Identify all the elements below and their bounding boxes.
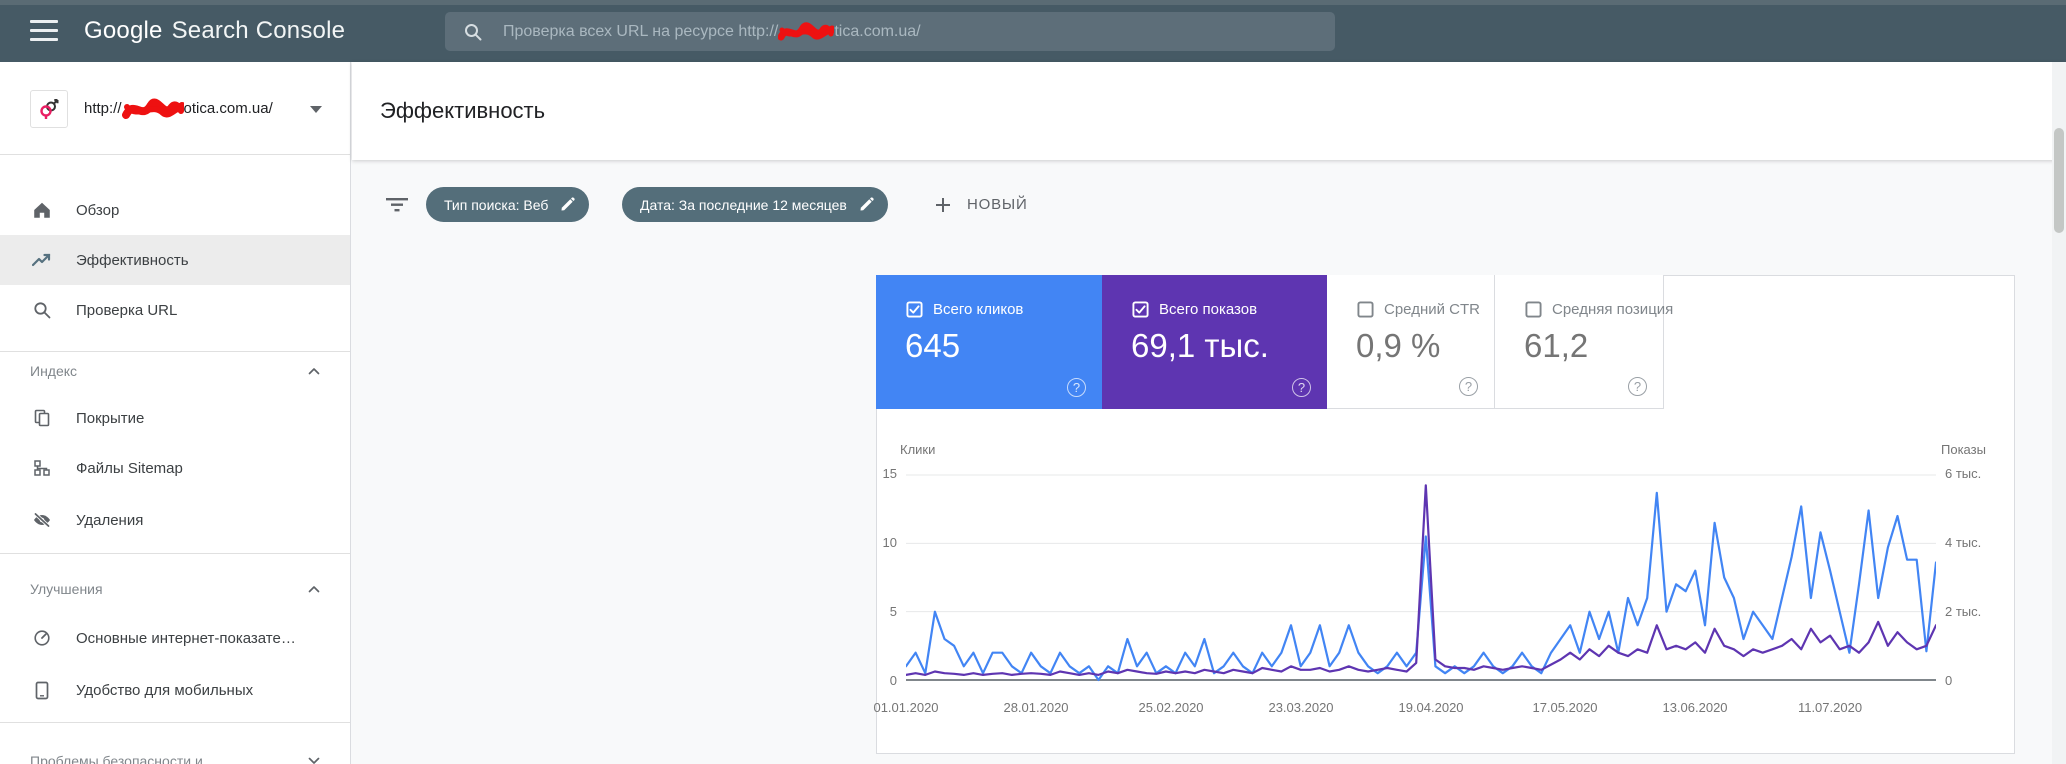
sidebar-item-label: Основные интернет-показате… <box>76 629 296 647</box>
speedometer-icon <box>30 629 54 647</box>
sidebar-item-coverage[interactable]: Покрытие <box>0 393 350 443</box>
home-icon <box>30 201 54 219</box>
y-axis-tick: 2 тыс. <box>1945 604 1982 619</box>
left-axis-title: Клики <box>900 442 936 457</box>
sidebar-item-label: Эффективность <box>76 251 189 269</box>
sidebar-section-security-issues[interactable]: Проблемы безопасности и <box>0 742 350 764</box>
sidebar-item-label: Проверка URL <box>76 301 178 319</box>
x-axis-tick: 25.02.2020 <box>1138 700 1204 715</box>
new-filter-button[interactable]: НОВЫЙ <box>935 196 1028 213</box>
redaction-scribble <box>121 98 184 119</box>
sidebar-item-url-inspection[interactable]: Проверка URL <box>0 285 350 335</box>
metric-value: 61,2 <box>1524 327 1589 364</box>
property-favicon <box>30 90 68 128</box>
logo-product-text: Search Console <box>171 17 346 44</box>
chevron-up-icon <box>308 367 320 375</box>
redaction-scribble <box>778 21 835 40</box>
y-axis-tick: 6 тыс. <box>1945 466 1982 481</box>
y-axis-tick: 5 <box>889 604 897 619</box>
x-axis-tick: 28.01.2020 <box>1003 700 1069 715</box>
edit-pencil-icon[interactable] <box>859 197 874 212</box>
sidebar: http:// otica.com.ua/ Обзор Эффективност… <box>0 62 351 764</box>
x-axis-tick: 19.04.2020 <box>1398 700 1464 715</box>
property-selector[interactable]: http:// otica.com.ua/ <box>0 62 350 155</box>
checkbox-unchecked-icon[interactable] <box>1525 301 1542 318</box>
property-dropdown-caret-icon <box>310 106 322 113</box>
search-icon <box>463 22 483 42</box>
metric-value: 69,1 тыс. <box>1131 327 1269 364</box>
sidebar-item-label: Обзор <box>76 201 120 219</box>
right-axis-title: Показы <box>1941 442 1986 457</box>
sidebar-section-enhancements[interactable]: Улучшения <box>0 570 350 608</box>
chart-plot <box>906 474 1936 682</box>
sidebar-item-removals[interactable]: Удаления <box>0 495 350 545</box>
sidebar-item-label: Удаления <box>76 511 144 529</box>
x-axis-tick: 23.03.2020 <box>1268 700 1334 715</box>
sidebar-item-mobile-usability[interactable]: Удобство для мобильных <box>0 665 350 715</box>
y-axis-tick: 4 тыс. <box>1945 535 1982 550</box>
sidebar-item-overview[interactable]: Обзор <box>0 185 350 235</box>
sidebar-item-label: Покрытие <box>76 409 145 427</box>
app-logo: Google Search Console <box>84 0 345 62</box>
logo-google-text: Google <box>84 17 163 44</box>
chevron-down-icon <box>308 757 320 764</box>
plus-icon <box>935 197 951 213</box>
help-icon[interactable] <box>1459 377 1478 396</box>
page-header: Эффективность <box>352 62 2066 160</box>
property-url: http:// otica.com.ua/ <box>84 62 273 155</box>
metric-card-total-clicks[interactable]: Всего кликов 645 <box>876 275 1102 409</box>
x-axis-tick: 01.01.2020 <box>873 700 939 715</box>
metric-card-average-position[interactable]: Средняя позиция 61,2 <box>1495 275 1673 409</box>
help-icon[interactable] <box>1292 378 1311 397</box>
x-axis-tick: 17.05.2020 <box>1532 700 1598 715</box>
metric-value: 645 <box>905 327 961 364</box>
x-axis-tick: 11.07.2020 <box>1797 700 1863 715</box>
y-axis-tick: 10 <box>882 535 897 550</box>
checkbox-checked-icon[interactable] <box>1132 301 1149 318</box>
y-axis-tick: 15 <box>882 466 897 481</box>
filter-chip-date-range[interactable]: Дата: За последние 12 месяцев <box>622 187 888 222</box>
search-placeholder: Проверка всех URL на ресурсе http:// tic… <box>503 21 921 43</box>
sidebar-item-label: Удобство для мобильных <box>76 681 254 699</box>
sidebar-section-index[interactable]: Индекс <box>0 352 350 390</box>
smartphone-icon <box>30 681 54 700</box>
scrollbar-track <box>2052 62 2066 764</box>
checkbox-unchecked-icon[interactable] <box>1357 301 1374 318</box>
metric-card-total-impressions[interactable]: Всего показов 69,1 тыс. <box>1102 275 1327 409</box>
help-icon[interactable] <box>1067 378 1086 397</box>
top-bar: Google Search Console Проверка всех URL … <box>0 0 2066 62</box>
url-inspection-search-input[interactable]: Проверка всех URL на ресурсе http:// tic… <box>445 12 1335 51</box>
filter-list-icon[interactable] <box>386 198 408 212</box>
sidebar-item-performance[interactable]: Эффективность <box>0 235 350 285</box>
coverage-icon <box>30 409 54 427</box>
sidebar-item-sitemaps[interactable]: Файлы Sitemap <box>0 443 350 493</box>
trending-up-icon <box>30 253 54 267</box>
hamburger-menu-icon[interactable] <box>30 20 58 42</box>
metric-card-average-ctr[interactable]: Средний CTR 0,9 % <box>1327 275 1495 409</box>
filter-chip-search-type[interactable]: Тип поиска: Веб <box>426 187 590 222</box>
sidebar-item-label: Файлы Sitemap <box>76 459 183 477</box>
page-title: Эффективность <box>380 98 546 123</box>
google-search-console-app: Google Search Console Проверка всех URL … <box>0 0 2066 764</box>
edit-pencil-icon[interactable] <box>560 197 576 212</box>
performance-panel: Всего кликов 645 Всего показов 69,1 тыс.… <box>873 275 2015 754</box>
help-icon[interactable] <box>1628 377 1647 396</box>
eye-off-icon <box>30 511 54 529</box>
sidebar-divider <box>0 722 350 723</box>
magnifier-icon <box>30 301 54 319</box>
checkbox-checked-icon[interactable] <box>906 301 923 318</box>
sidebar-divider <box>0 553 350 554</box>
metric-value: 0,9 % <box>1356 327 1441 364</box>
chevron-up-icon <box>308 585 320 593</box>
y-axis-tick: 0 <box>1945 673 1953 688</box>
sitemap-icon <box>30 459 54 477</box>
sidebar-item-core-web-vitals[interactable]: Основные интернет-показате… <box>0 613 350 663</box>
scrollbar-thumb[interactable] <box>2054 128 2064 233</box>
y-axis-tick: 0 <box>889 673 897 688</box>
x-axis-tick: 13.06.2020 <box>1662 700 1728 715</box>
